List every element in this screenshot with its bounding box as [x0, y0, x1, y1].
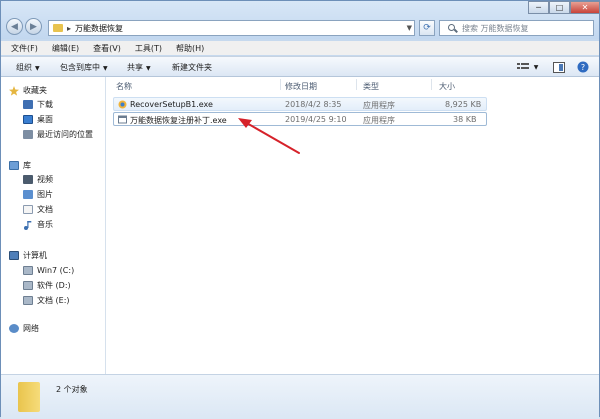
explorer-window: ─ □ ✕ ◀ ▶ ▸ 万能数据恢复 ▼ ⟳ 搜索 万能数据恢复 文件(F) 编…: [0, 0, 600, 419]
annotation-arrow: [238, 118, 300, 154]
folder-icon: [18, 382, 40, 412]
status-bar: 2 个对象: [1, 374, 599, 419]
item-count: 2 个对象: [56, 385, 88, 394]
